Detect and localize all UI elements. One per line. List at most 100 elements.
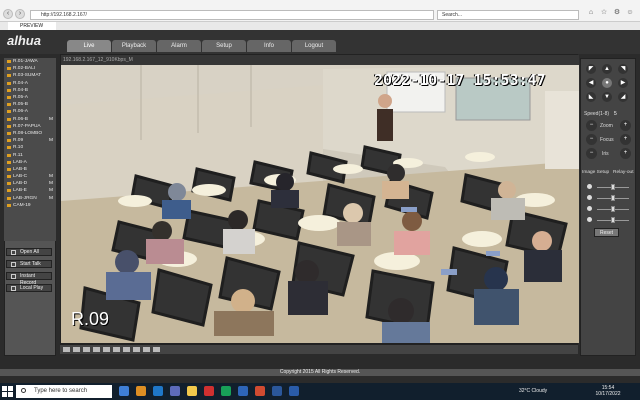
reset-button[interactable]: Reset — [594, 228, 619, 237]
fullscreen-icon[interactable] — [113, 347, 120, 352]
folder-icon[interactable] — [187, 386, 197, 396]
open-all-icon — [11, 250, 16, 255]
channel-item[interactable]: LAB-E M — [4, 187, 56, 194]
channel-item[interactable]: LAB-B — [4, 166, 56, 173]
contrast-slider[interactable] — [584, 194, 630, 202]
app-icon[interactable] — [204, 386, 214, 396]
instant-record-button[interactable]: Instant Record — [6, 272, 52, 286]
back-icon[interactable]: ‹ — [3, 9, 13, 19]
speed-value[interactable]: 5 — [614, 111, 617, 117]
layout-25-icon[interactable] — [103, 347, 110, 352]
menu-info[interactable]: Info — [247, 40, 291, 52]
zoom-icon[interactable] — [143, 347, 150, 352]
play-icon — [11, 286, 16, 291]
mail-icon[interactable] — [153, 386, 163, 396]
edge-icon[interactable] — [238, 386, 248, 396]
iris-close-icon[interactable]: − — [586, 148, 597, 159]
channel-item[interactable]: R.04-A — [4, 80, 56, 87]
layout-1-icon[interactable] — [63, 347, 70, 352]
menu-setup[interactable]: Setup — [202, 40, 246, 52]
menu-alarm[interactable]: Alarm — [157, 40, 201, 52]
channel-item[interactable]: R.07-PAPUA — [4, 123, 56, 130]
ptz-left-icon[interactable]: ◀ — [586, 78, 596, 88]
open-all-button[interactable]: Open All — [6, 248, 52, 256]
channel-item[interactable]: R.03-SUMAT — [4, 72, 56, 79]
channel-item[interactable]: R.06-B M — [4, 116, 56, 123]
browser-search-input[interactable]: Search... — [437, 10, 579, 20]
zoom-in-icon[interactable]: + — [620, 120, 631, 131]
snapshot-icon[interactable] — [123, 347, 130, 352]
ptz-up-right-icon[interactable]: ◥ — [618, 64, 628, 74]
channel-label: R.02-BALI — [13, 66, 36, 72]
brightness-icon — [587, 184, 592, 189]
channel-item[interactable]: R.01-JAWA — [4, 58, 56, 65]
channel-item[interactable]: R.11 — [4, 151, 56, 158]
ptz-down-icon[interactable]: ▼ — [602, 92, 612, 102]
channel-item[interactable]: R.06-A — [4, 108, 56, 115]
channel-item[interactable]: LAB-A — [4, 159, 56, 166]
iris-label: Iris — [602, 151, 609, 157]
camera-icon — [7, 67, 11, 71]
task-view-icon[interactable] — [119, 386, 129, 396]
ptz-up-left-icon[interactable]: ◤ — [586, 64, 596, 74]
address-bar[interactable]: http://192.168.2.167/ — [30, 10, 434, 20]
layout-9-icon[interactable] — [83, 347, 90, 352]
settings-icon[interactable]: ⚙ — [613, 9, 621, 17]
file-explorer-icon[interactable] — [136, 386, 146, 396]
taskbar-search-input[interactable]: Type here to search — [16, 385, 112, 398]
start-talk-button[interactable]: Start Talk — [6, 260, 52, 268]
favorites-icon[interactable]: ☆ — [600, 9, 608, 17]
channel-item[interactable]: LAB-C M — [4, 173, 56, 180]
image-setup-tab[interactable]: Image Setup — [582, 170, 609, 175]
browser-tab-preview[interactable]: PREVIEW — [8, 22, 56, 30]
chrome-icon[interactable] — [255, 386, 265, 396]
windows-start-icon[interactable] — [2, 386, 13, 397]
channel-label: LAB-A — [13, 159, 27, 165]
outlook-icon[interactable] — [289, 386, 299, 396]
channel-item[interactable]: LAB-D M — [4, 180, 56, 187]
smile-icon[interactable]: ☺ — [626, 9, 634, 17]
weather-status[interactable]: 32°C Cloudy — [519, 388, 547, 394]
live-video-panel[interactable]: 192.168.2.167_12_910Kbps_M 2022-10-17 15… — [60, 54, 579, 344]
ptz-right-icon[interactable]: ▶ — [618, 78, 628, 88]
zoom-out-icon[interactable]: − — [586, 120, 597, 131]
channel-item[interactable]: R.02-BALI — [4, 65, 56, 72]
home-icon[interactable]: ⌂ — [587, 9, 595, 17]
ptz-down-left-icon[interactable]: ◣ — [586, 92, 596, 102]
ptz-down-right-icon[interactable]: ◢ — [618, 92, 628, 102]
hue-slider[interactable] — [584, 216, 630, 224]
camera-icon — [7, 153, 11, 157]
channel-item[interactable]: R.05-B — [4, 101, 56, 108]
iris-open-icon[interactable]: + — [620, 148, 631, 159]
focus-out-icon[interactable]: − — [586, 134, 597, 145]
ptz-up-icon[interactable]: ▲ — [602, 64, 612, 74]
focus-label: Focus — [600, 137, 614, 143]
teams-icon[interactable] — [170, 386, 180, 396]
channel-stream-mark: M — [49, 116, 53, 122]
ptz-center-icon[interactable]: ● — [602, 78, 612, 88]
record-icon[interactable] — [133, 347, 140, 352]
channel-item[interactable]: R.10 — [4, 144, 56, 151]
forward-icon[interactable]: › — [15, 9, 25, 19]
system-clock[interactable]: 15:54 10/17/2022 — [595, 385, 621, 397]
layout-4-icon[interactable] — [73, 347, 80, 352]
channel-item[interactable]: R.05-A — [4, 94, 56, 101]
focus-in-icon[interactable]: + — [620, 134, 631, 145]
channel-item[interactable]: LAB-JRGN M — [4, 195, 56, 202]
layout-16-icon[interactable] — [93, 347, 100, 352]
speed-label: Speed(1-8) — [584, 111, 610, 117]
local-play-button[interactable]: Local Play — [6, 284, 52, 292]
saturation-slider[interactable] — [584, 205, 630, 213]
channel-item[interactable]: CAM-19 — [4, 202, 56, 209]
excel-icon[interactable] — [221, 386, 231, 396]
word-icon[interactable] — [272, 386, 282, 396]
channel-item[interactable]: R.04-B — [4, 87, 56, 94]
menu-playback[interactable]: Playback — [112, 40, 156, 52]
relay-out-tab[interactable]: Relay-out — [613, 170, 634, 175]
brightness-slider[interactable] — [584, 183, 630, 191]
menu-logout[interactable]: Logout — [292, 40, 336, 52]
channel-item[interactable]: R.09 M — [4, 137, 56, 144]
channel-item[interactable]: R.08-LOMBO — [4, 130, 56, 137]
audio-icon[interactable] — [153, 347, 160, 352]
menu-live[interactable]: Live — [67, 40, 111, 52]
